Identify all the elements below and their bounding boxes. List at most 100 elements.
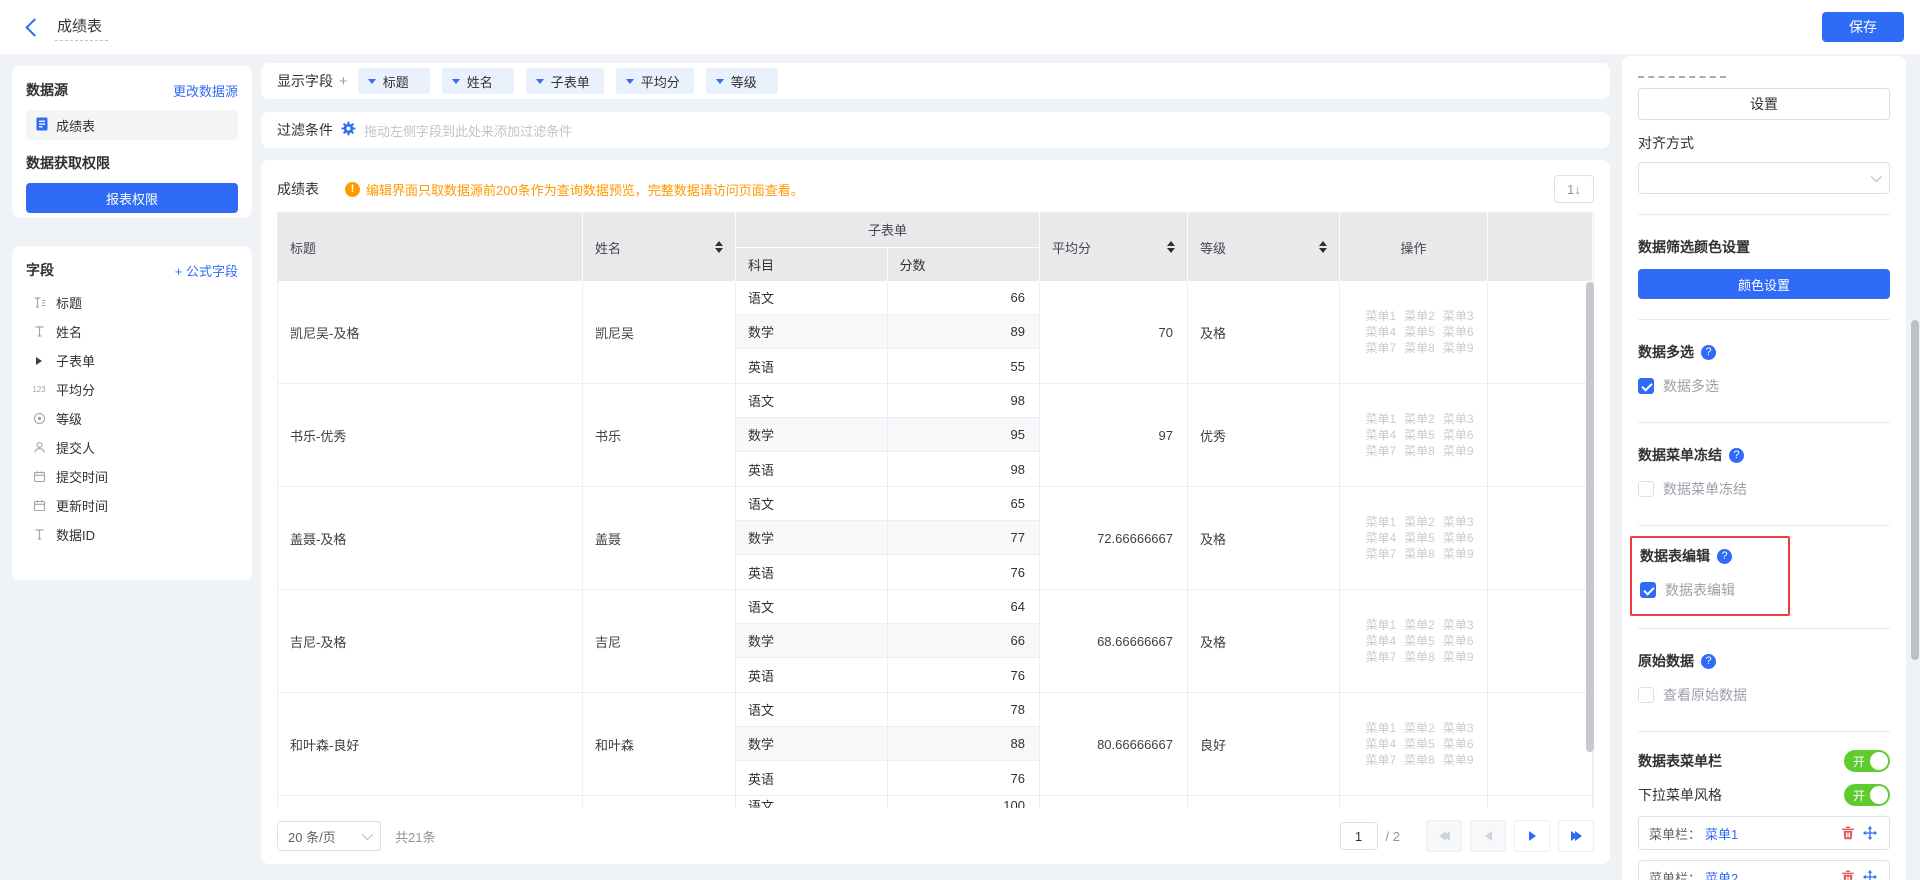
row-action-menu[interactable]: 菜单2: [1404, 619, 1435, 632]
row-action-menu[interactable]: 菜单5: [1404, 532, 1435, 545]
page-title[interactable]: 成绩表: [55, 13, 108, 41]
row-action-menu[interactable]: 菜单1: [1365, 722, 1396, 735]
row-action-menu[interactable]: 菜单7: [1365, 548, 1396, 561]
row-action-menu[interactable]: 菜单4: [1365, 532, 1396, 545]
delete-icon[interactable]: [1839, 868, 1857, 880]
row-action-menu[interactable]: 菜单5: [1404, 738, 1435, 751]
row-action-menu[interactable]: 菜单1: [1365, 619, 1396, 632]
field-item-grade[interactable]: 等级: [26, 404, 238, 433]
help-icon[interactable]: ?: [1717, 549, 1732, 564]
row-action-menu[interactable]: 菜单3: [1443, 619, 1474, 632]
menu-link[interactable]: 菜单2: [1705, 868, 1738, 880]
field-item-submitter[interactable]: 提交人: [26, 433, 238, 462]
row-action-menu[interactable]: 菜单2: [1404, 516, 1435, 529]
row-action-menu[interactable]: 菜单8: [1404, 445, 1435, 458]
row-action-menu[interactable]: 菜单8: [1404, 342, 1435, 355]
align-select[interactable]: [1638, 162, 1890, 194]
row-action-menu[interactable]: 菜单4: [1365, 326, 1396, 339]
row-action-menu[interactable]: 菜单2: [1404, 413, 1435, 426]
page-size-select[interactable]: 20 条/页: [277, 821, 381, 851]
row-action-menu[interactable]: 菜单3: [1443, 722, 1474, 735]
row-action-menu[interactable]: 菜单6: [1443, 738, 1474, 751]
table-vertical-scrollbar[interactable]: [1586, 282, 1594, 752]
change-datasource-link[interactable]: 更改数据源: [173, 81, 238, 100]
back-icon[interactable]: [25, 18, 43, 36]
settings-button[interactable]: 设置: [1638, 88, 1890, 120]
color-settings-button[interactable]: 颜色设置: [1638, 269, 1890, 299]
sort-order-button[interactable]: 1↓: [1554, 175, 1594, 203]
row-action-menu[interactable]: 菜单7: [1365, 651, 1396, 664]
row-action-menu[interactable]: 菜单3: [1443, 516, 1474, 529]
field-tag-title[interactable]: 标题: [358, 68, 430, 94]
sort-icon[interactable]: [715, 241, 723, 253]
checkbox-unchecked-icon[interactable]: [1638, 481, 1654, 497]
row-action-menu[interactable]: 菜单2: [1404, 722, 1435, 735]
field-item-data-id[interactable]: 数据ID: [26, 520, 238, 549]
field-tag-subform[interactable]: 子表单: [526, 68, 604, 94]
sort-icon[interactable]: [1319, 241, 1327, 253]
row-action-menu[interactable]: 菜单6: [1443, 532, 1474, 545]
save-button[interactable]: 保存: [1822, 12, 1904, 42]
add-display-field-button[interactable]: +: [339, 73, 348, 90]
page-vertical-scrollbar[interactable]: [1911, 320, 1919, 660]
dropdown-style-toggle[interactable]: 开: [1844, 784, 1890, 806]
column-header-name[interactable]: 姓名: [583, 213, 736, 281]
row-action-menu[interactable]: 菜单4: [1365, 738, 1396, 751]
gear-icon[interactable]: [341, 121, 356, 139]
row-action-menu[interactable]: 菜单9: [1443, 342, 1474, 355]
help-icon[interactable]: ?: [1701, 654, 1716, 669]
row-action-menu[interactable]: 菜单6: [1443, 429, 1474, 442]
sort-icon[interactable]: [1167, 241, 1175, 253]
field-item-average[interactable]: 123 平均分: [26, 375, 238, 404]
delete-icon[interactable]: [1839, 824, 1857, 842]
report-permission-button[interactable]: 报表权限: [26, 183, 238, 213]
checkbox-checked-icon[interactable]: [1638, 378, 1654, 394]
row-action-menu[interactable]: 菜单8: [1404, 548, 1435, 561]
row-action-menu[interactable]: 菜单9: [1443, 754, 1474, 767]
first-page-button[interactable]: [1426, 820, 1462, 852]
row-action-menu[interactable]: 菜单5: [1404, 326, 1435, 339]
row-action-menu[interactable]: 菜单4: [1365, 635, 1396, 648]
row-action-menu[interactable]: 菜单1: [1365, 516, 1396, 529]
row-action-menu[interactable]: 菜单7: [1365, 754, 1396, 767]
table-edit-checkbox[interactable]: 数据表编辑: [1640, 580, 1774, 600]
row-action-menu[interactable]: 菜单8: [1404, 651, 1435, 664]
row-action-menu[interactable]: 菜单8: [1404, 754, 1435, 767]
menu-bar-toggle[interactable]: 开: [1844, 750, 1890, 772]
row-action-menu[interactable]: 菜单9: [1443, 445, 1474, 458]
row-action-menu[interactable]: 菜单7: [1365, 445, 1396, 458]
field-item-subform[interactable]: 子表单: [26, 346, 238, 375]
next-page-button[interactable]: [1514, 820, 1550, 852]
filter-bar[interactable]: 过滤条件 拖动左侧字段到此处来添加过滤条件: [261, 112, 1610, 148]
field-item-update-time[interactable]: 更新时间: [26, 491, 238, 520]
row-action-menu[interactable]: 菜单1: [1365, 413, 1396, 426]
row-action-menu[interactable]: 菜单6: [1443, 326, 1474, 339]
row-action-menu[interactable]: 菜单9: [1443, 548, 1474, 561]
column-header-grade[interactable]: 等级: [1188, 213, 1340, 281]
page-number-input[interactable]: [1340, 822, 1378, 850]
multi-select-checkbox[interactable]: 数据多选: [1638, 376, 1890, 396]
row-action-menu[interactable]: 菜单3: [1443, 310, 1474, 323]
checkbox-checked-icon[interactable]: [1640, 582, 1656, 598]
field-item-submit-time[interactable]: 提交时间: [26, 462, 238, 491]
column-header-average[interactable]: 平均分: [1040, 213, 1188, 281]
field-tag-average[interactable]: 平均分: [616, 68, 694, 94]
previous-page-button[interactable]: [1470, 820, 1506, 852]
move-icon[interactable]: [1861, 824, 1879, 842]
raw-data-checkbox[interactable]: 查看原始数据: [1638, 685, 1890, 705]
field-item-title[interactable]: 标题: [26, 288, 238, 317]
row-action-menu[interactable]: 菜单1: [1365, 310, 1396, 323]
field-tag-grade[interactable]: 等级: [706, 68, 778, 94]
checkbox-unchecked-icon[interactable]: [1638, 687, 1654, 703]
field-tag-name[interactable]: 姓名: [442, 68, 514, 94]
row-action-menu[interactable]: 菜单3: [1443, 413, 1474, 426]
row-action-menu[interactable]: 菜单5: [1404, 429, 1435, 442]
menu-link[interactable]: 菜单1: [1705, 824, 1738, 843]
row-action-menu[interactable]: 菜单2: [1404, 310, 1435, 323]
row-action-menu[interactable]: 菜单6: [1443, 635, 1474, 648]
row-action-menu[interactable]: 菜单5: [1404, 635, 1435, 648]
menu-freeze-checkbox[interactable]: 数据菜单冻结: [1638, 479, 1890, 499]
row-action-menu[interactable]: 菜单7: [1365, 342, 1396, 355]
row-action-menu[interactable]: 菜单9: [1443, 651, 1474, 664]
field-item-name[interactable]: 姓名: [26, 317, 238, 346]
